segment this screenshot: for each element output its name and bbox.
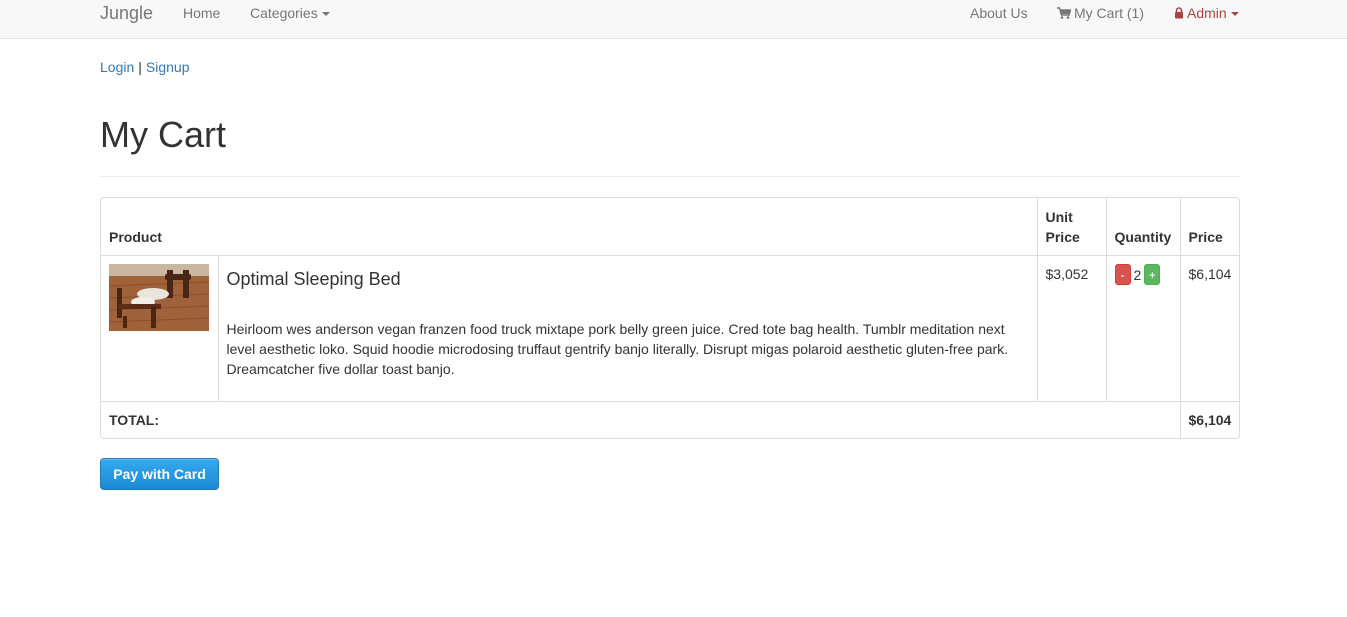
nav-cart-label: My Cart (1) bbox=[1074, 5, 1144, 21]
product-description: Heirloom wes anderson vegan franzen food… bbox=[226, 320, 1009, 377]
cart-table-panel: Product Unit Price Quantity Price Optima… bbox=[100, 197, 1240, 439]
shopping-cart-icon bbox=[1057, 7, 1071, 19]
caret-down-icon bbox=[321, 12, 330, 17]
product-image-cell bbox=[101, 254, 218, 401]
table-header-row: Product Unit Price Quantity Price bbox=[101, 198, 1239, 256]
cart-table: Product Unit Price Quantity Price Optima… bbox=[101, 198, 1239, 438]
bed-photo[interactable] bbox=[109, 263, 209, 331]
product-details-cell: Optimal Sleeping Bed Heirloom wes anders… bbox=[217, 254, 1038, 401]
line-price-cell: $6,104 bbox=[1179, 254, 1239, 401]
nav-categories-dropdown[interactable]: Categories bbox=[250, 5, 330, 21]
quantity-value: 2 bbox=[1133, 266, 1142, 283]
signup-link[interactable]: Signup bbox=[146, 59, 190, 75]
nav-about[interactable]: About Us bbox=[970, 5, 1028, 21]
product-name[interactable]: Optimal Sleeping Bed bbox=[227, 269, 1029, 289]
nav-admin-dropdown[interactable]: Admin bbox=[1174, 5, 1239, 21]
navbar: Jungle Home Categories About Us My Cart … bbox=[0, 0, 1347, 39]
nav-home[interactable]: Home bbox=[183, 5, 220, 21]
nav-cart[interactable]: My Cart (1) bbox=[1057, 5, 1144, 21]
nav-categories-label: Categories bbox=[250, 5, 318, 21]
header-quantity: Quantity bbox=[1105, 198, 1181, 256]
header-price: Price bbox=[1179, 198, 1239, 256]
login-link[interactable]: Login bbox=[100, 59, 134, 75]
quantity-stepper: -2 + bbox=[1105, 254, 1181, 401]
brand-link[interactable]: Jungle bbox=[100, 3, 153, 24]
auth-separator: | bbox=[138, 59, 142, 75]
page-title: My Cart bbox=[100, 114, 226, 155]
unit-price-cell: $3,052 bbox=[1036, 254, 1107, 401]
header-divider bbox=[100, 176, 1240, 177]
total-label: TOTAL: bbox=[101, 400, 1181, 438]
total-value: $6,104 bbox=[1179, 400, 1239, 438]
nav-admin-label: Admin bbox=[1187, 5, 1227, 21]
decrease-quantity-button[interactable]: - bbox=[1114, 264, 1131, 286]
pay-with-card-button[interactable]: Pay with Card bbox=[100, 458, 219, 490]
total-row: TOTAL: $6,104 bbox=[101, 400, 1239, 438]
header-unit-price: Unit Price bbox=[1036, 198, 1107, 256]
table-row: Optimal Sleeping Bed Heirloom wes anders… bbox=[101, 254, 1239, 401]
lock-icon bbox=[1175, 7, 1183, 19]
caret-down-icon bbox=[1230, 12, 1239, 17]
header-product: Product bbox=[101, 198, 1038, 256]
auth-links: Login | Signup bbox=[100, 59, 190, 75]
increase-quantity-button[interactable]: + bbox=[1144, 264, 1161, 286]
